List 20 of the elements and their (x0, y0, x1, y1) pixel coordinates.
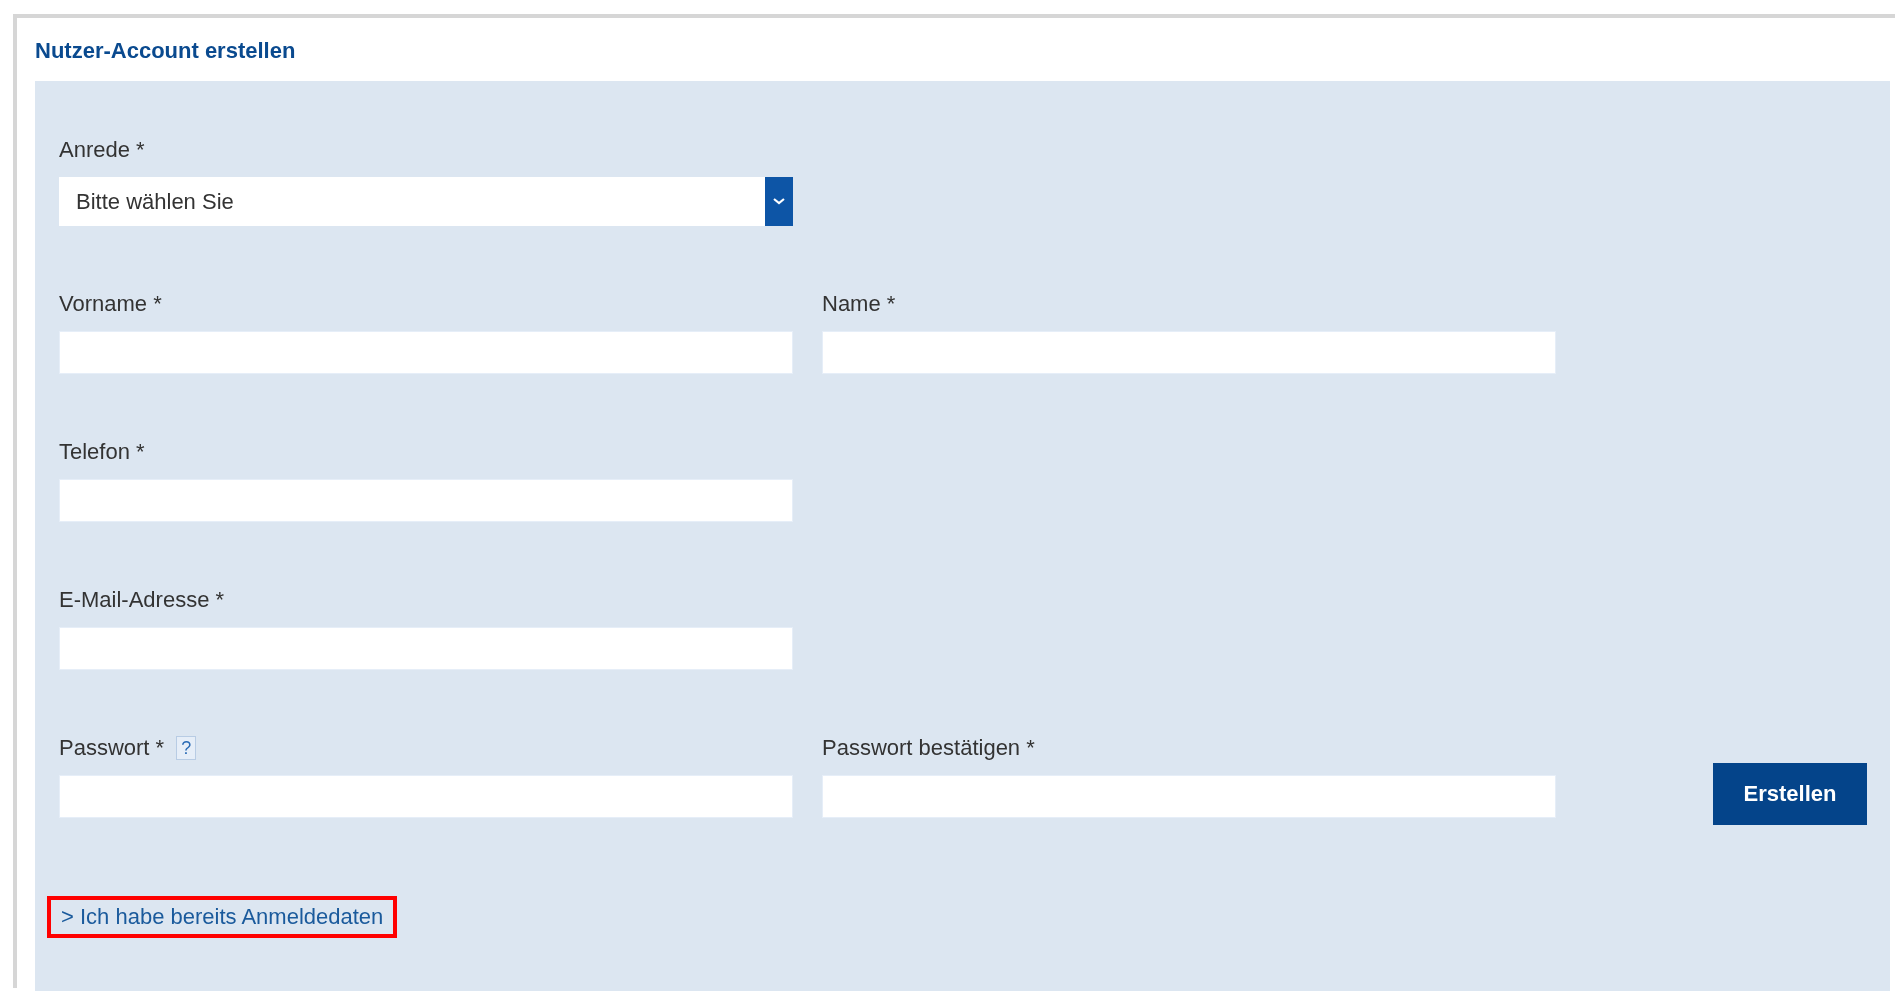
input-field[interactable] (59, 627, 793, 670)
field-label: Passwort * (59, 735, 165, 761)
login-link[interactable]: > Ich habe bereits Anmeldedaten (61, 904, 384, 929)
form-title: Nutzer-Account erstellen (35, 37, 297, 65)
input-field[interactable] (59, 479, 793, 522)
chevron-down-icon (773, 198, 785, 205)
dropdown-button[interactable] (765, 177, 793, 226)
field-label: E-Mail-Adresse * (59, 587, 225, 613)
field-label: Telefon * (59, 439, 145, 465)
input-field[interactable] (59, 775, 793, 818)
field-label: Vorname * (59, 291, 162, 317)
field-label: Anrede * (59, 137, 145, 163)
field-label: Name * (822, 291, 896, 317)
input-field[interactable] (822, 331, 1556, 374)
create-button[interactable]: Erstellen (1713, 763, 1867, 825)
field-label: Passwort bestätigen * (822, 735, 1035, 761)
select-field[interactable]: Bitte wählen Sie (59, 177, 793, 226)
input-field[interactable] (59, 331, 793, 374)
input-field[interactable] (822, 775, 1556, 818)
help-icon[interactable]: ? (176, 736, 197, 760)
